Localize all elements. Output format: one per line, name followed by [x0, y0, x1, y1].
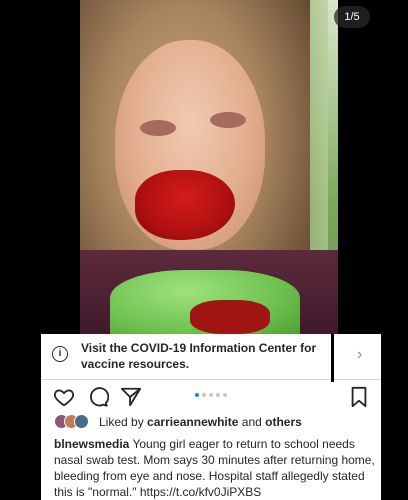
liker-avatars[interactable] — [54, 414, 94, 430]
carousel-dot — [209, 393, 213, 397]
send-icon[interactable] — [120, 386, 142, 408]
caption-username[interactable]: blnewsmedia — [54, 437, 129, 451]
likes-prefix: Liked by — [99, 415, 144, 429]
scrollbar[interactable] — [331, 334, 334, 382]
carousel-dot — [216, 393, 220, 397]
post-card: i Visit the COVID-19 Information Center … — [41, 334, 381, 500]
carousel-dot — [223, 393, 227, 397]
info-banner-text: Visit the COVID-19 Information Center fo… — [81, 341, 317, 371]
likes-others-link[interactable]: others — [265, 415, 302, 429]
liker-username[interactable]: carrieannewhite — [147, 415, 238, 429]
heart-icon[interactable] — [53, 386, 75, 408]
actions-row — [41, 380, 381, 410]
photo-eye — [140, 120, 176, 136]
comment-icon[interactable] — [87, 386, 109, 408]
chevron-right-icon: › — [357, 346, 363, 363]
post-image[interactable] — [80, 0, 338, 334]
image-counter-badge: 1/5 — [334, 6, 370, 28]
photo-glove-stain — [190, 300, 270, 334]
carousel-indicator — [195, 393, 227, 397]
bookmark-icon[interactable] — [348, 386, 370, 408]
avatar — [74, 414, 89, 429]
covid-info-banner[interactable]: i Visit the COVID-19 Information Center … — [41, 334, 381, 382]
carousel-dot — [195, 393, 199, 397]
photo-eye — [210, 112, 246, 128]
carousel-dot — [202, 393, 206, 397]
likes-connector: and — [241, 415, 262, 429]
post-caption: blnewsmedia Young girl eager to return t… — [54, 436, 376, 500]
likes-row: Liked by carrieannewhite and others — [41, 410, 381, 432]
info-icon: i — [52, 346, 68, 362]
likes-summary[interactable]: Liked by carrieannewhite and others — [99, 415, 302, 429]
